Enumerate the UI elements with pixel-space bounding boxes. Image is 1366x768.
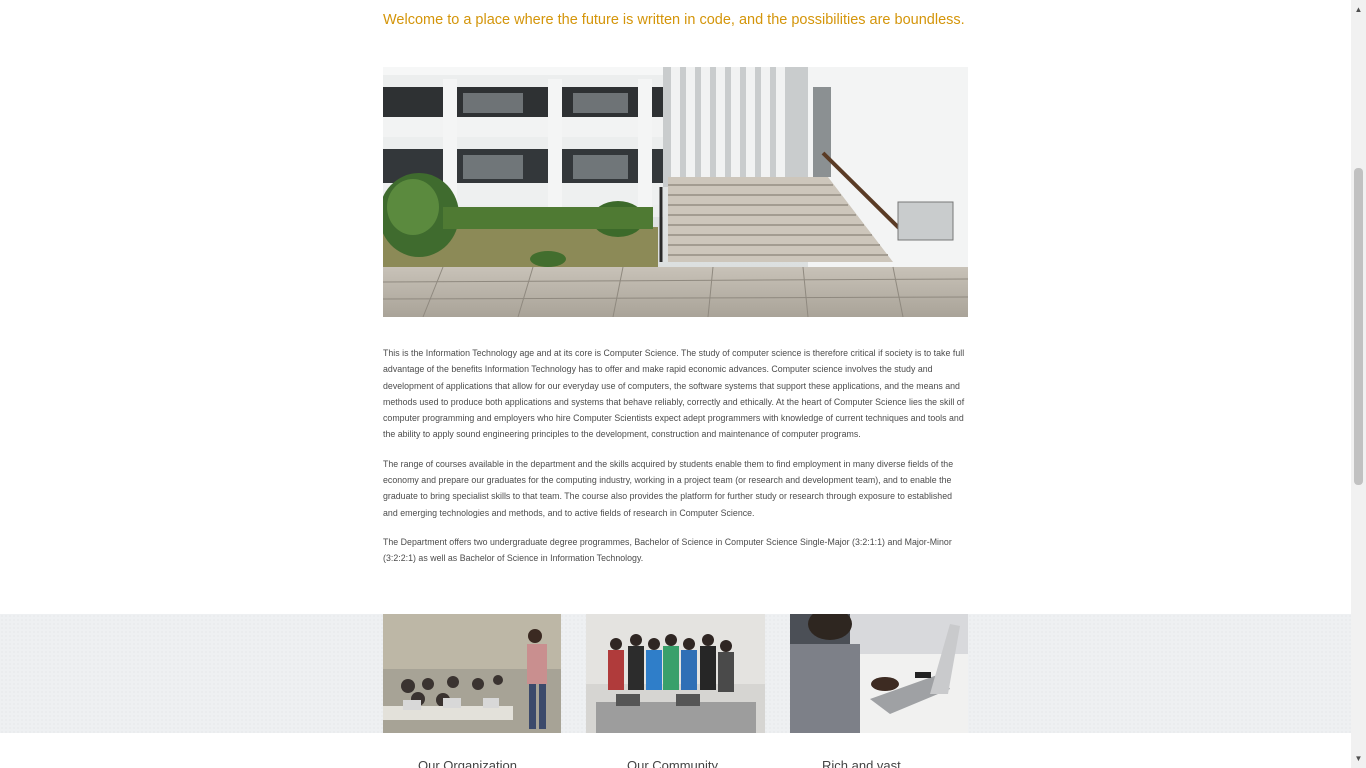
- feature-card-rich-image[interactable]: [790, 614, 968, 733]
- description-paragraph: The range of courses available in the de…: [383, 458, 954, 518]
- page-content: Welcome to a place where the future is w…: [0, 0, 1351, 768]
- hero-building-image: [383, 67, 968, 317]
- group-photo-illustration: [586, 614, 765, 733]
- department-description: This is the Information Technology age a…: [383, 345, 968, 580]
- vertical-scrollbar[interactable]: ▲ ▼: [1351, 0, 1366, 768]
- laptop-photo-illustration: [790, 614, 968, 733]
- welcome-tagline: Welcome to a place where the future is w…: [383, 12, 965, 28]
- feature-card-community-image[interactable]: [586, 614, 765, 733]
- scrollbar-thumb[interactable]: [1354, 168, 1363, 485]
- building-photo-illustration: [383, 67, 968, 317]
- lecture-photo-illustration: [383, 614, 561, 733]
- scroll-up-arrow-icon[interactable]: ▲: [1351, 2, 1366, 17]
- description-paragraph: This is the Information Technology age a…: [383, 348, 965, 440]
- feature-caption-organization[interactable]: Our Organization: [418, 758, 517, 768]
- scroll-down-arrow-icon[interactable]: ▼: [1351, 751, 1366, 766]
- feature-caption-rich[interactable]: Rich and vast: [822, 758, 901, 768]
- feature-card-organization-image[interactable]: [383, 614, 561, 733]
- description-paragraph: The Department offers two undergraduate …: [383, 536, 952, 564]
- feature-caption-community[interactable]: Our Community: [627, 758, 718, 768]
